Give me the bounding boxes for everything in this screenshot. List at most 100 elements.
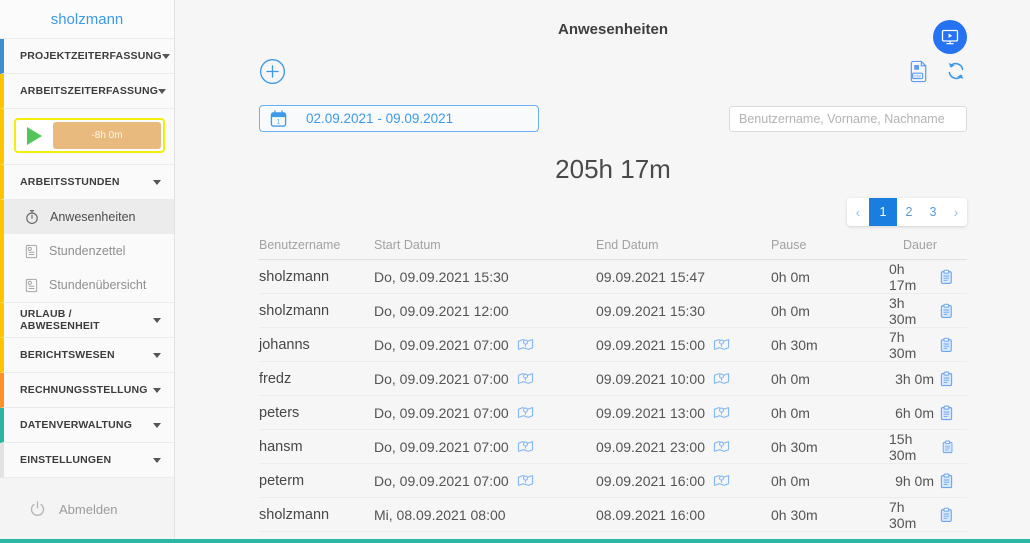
cell-pause: 0h 0m: [771, 371, 889, 387]
calendar-icon: 1: [270, 110, 287, 128]
sidebar-item-stundenzettel[interactable]: Stundenzettel: [4, 234, 174, 268]
page-title: Anwesenheiten: [259, 0, 967, 38]
geo-location-icon[interactable]: [713, 371, 730, 386]
cell-pause: 0h 30m: [771, 507, 889, 523]
geo-location-icon[interactable]: [517, 473, 534, 488]
clipboard-icon[interactable]: [940, 405, 953, 421]
cell-pause: 0h 0m: [771, 405, 889, 421]
timesheet-icon: [24, 278, 39, 293]
cell-pause: 0h 30m: [771, 337, 889, 353]
sidebar-item-berichtswesen[interactable]: BERICHTSWESEN: [0, 338, 174, 373]
sidebar-item-stundenuebersicht[interactable]: Stundenübersicht: [4, 268, 174, 302]
pagination-page-2[interactable]: 2: [897, 198, 921, 226]
pagination-next-button[interactable]: ›: [945, 198, 967, 226]
geo-location-icon[interactable]: [517, 337, 534, 352]
pagination-page-1[interactable]: 1: [869, 198, 897, 226]
chevron-down-icon: [153, 318, 161, 323]
geo-location-icon[interactable]: [517, 439, 534, 454]
clipboard-icon[interactable]: [940, 473, 953, 489]
chevron-down-icon: [153, 458, 161, 463]
clipboard-icon[interactable]: [940, 371, 953, 387]
sidebar-item-label: ARBEITSSTUNDEN: [20, 176, 120, 188]
cell-end-datum: 09.09.2021 16:00: [596, 473, 705, 489]
sidebar-item-datenverwaltung[interactable]: DATENVERWALTUNG: [0, 408, 174, 443]
cell-benutzername: sholzmann: [259, 269, 374, 285]
logout-button[interactable]: Abmelden: [0, 490, 174, 529]
cell-dauer: 15h 30m: [889, 431, 936, 463]
sidebar-item-rechnungsstellung[interactable]: RECHNUNGSSTELLUNG: [0, 373, 174, 408]
cell-start-datum: Do, 09.09.2021 15:30: [374, 269, 509, 285]
video-tutorial-button[interactable]: [933, 20, 967, 54]
svg-text:1: 1: [277, 118, 281, 125]
table-row[interactable]: sholzmann Do, 09.09.2021 15:30 09.09.202…: [259, 260, 967, 294]
cell-pause: 0h 0m: [771, 303, 889, 319]
cell-end-datum: 09.09.2021 15:47: [596, 269, 705, 285]
sidebar: sholzmann PROJEKTZEITERFASSUNG ARBEITSZE…: [0, 0, 175, 539]
cell-start-datum: Do, 09.09.2021 07:00: [374, 371, 509, 387]
sidebar-item-arbeitsstunden[interactable]: ARBEITSSTUNDEN: [0, 165, 174, 200]
svg-text:csv: csv: [914, 73, 921, 78]
power-icon: [28, 500, 47, 519]
clipboard-icon[interactable]: [940, 507, 953, 523]
sidebar-item-label: EINSTELLUNGEN: [20, 454, 111, 466]
geo-location-icon[interactable]: [713, 473, 730, 488]
chevron-down-icon: [158, 89, 166, 94]
sidebar-item-label: BERICHTSWESEN: [20, 349, 115, 361]
chevron-down-icon: [153, 180, 161, 185]
pagination-prev-button[interactable]: ‹: [847, 198, 869, 226]
add-entry-button[interactable]: [259, 58, 286, 85]
cell-end-datum: 08.09.2021 16:00: [596, 507, 705, 523]
clipboard-icon[interactable]: [942, 439, 953, 455]
sidebar-item-einstellungen[interactable]: EINSTELLUNGEN: [0, 443, 174, 478]
refresh-button[interactable]: [945, 60, 967, 82]
cell-end-datum: 09.09.2021 23:00: [596, 439, 705, 455]
column-header-pause: Pause: [771, 238, 889, 252]
sidebar-item-urlaub-abwesenheit[interactable]: URLAUB / ABWESENHEIT: [0, 303, 174, 338]
chevron-down-icon: [153, 388, 161, 393]
csv-file-icon: csv: [908, 60, 930, 83]
table-row[interactable]: fredz Do, 09.09.2021 07:00 09.09.2021 10…: [259, 362, 967, 396]
table-row[interactable]: sholzmann Do, 09.09.2021 12:00 09.09.202…: [259, 294, 967, 328]
date-range-picker[interactable]: 1 02.09.2021 - 09.09.2021: [259, 105, 539, 132]
table-row[interactable]: sholzmann Mi, 08.09.2021 08:00 08.09.202…: [259, 498, 967, 532]
subitem-label: Stundenzettel: [49, 244, 125, 258]
sidebar-item-anwesenheiten[interactable]: Anwesenheiten: [4, 200, 174, 234]
sidebar-item-label: URLAUB / ABWESENHEIT: [20, 308, 153, 332]
clipboard-icon[interactable]: [940, 269, 953, 285]
geo-location-icon[interactable]: [713, 337, 730, 352]
start-timer-button[interactable]: -8h 0m: [14, 118, 165, 153]
plus-circle-icon: [259, 58, 286, 85]
table-row[interactable]: johanns Do, 09.09.2021 07:00 09.09.2021 …: [259, 328, 967, 362]
geo-location-icon[interactable]: [713, 405, 730, 420]
cell-dauer: 6h 0m: [895, 405, 934, 421]
play-icon: [27, 127, 42, 145]
cell-dauer: 7h 30m: [889, 499, 934, 531]
attendance-table-header: Benutzername Start Datum End Datum Pause…: [259, 238, 967, 260]
clipboard-icon[interactable]: [940, 337, 953, 353]
cell-start-datum: Do, 09.09.2021 07:00: [374, 405, 509, 421]
geo-location-icon[interactable]: [517, 371, 534, 386]
column-header-dauer: Dauer: [889, 238, 967, 252]
export-csv-button[interactable]: csv: [908, 60, 930, 83]
geo-location-icon[interactable]: [713, 439, 730, 454]
user-search-input[interactable]: [729, 106, 967, 132]
table-row[interactable]: peters Do, 09.09.2021 07:00 09.09.2021 1…: [259, 396, 967, 430]
table-row[interactable]: hansm Do, 09.09.2021 07:00 09.09.2021 23…: [259, 430, 967, 464]
geo-location-icon[interactable]: [517, 405, 534, 420]
timesheet-icon: [24, 244, 39, 259]
cell-pause: 0h 0m: [771, 269, 889, 285]
pagination-page-3[interactable]: 3: [921, 198, 945, 226]
subitem-label: Stundenübersicht: [49, 278, 146, 292]
cell-start-datum: Do, 09.09.2021 07:00: [374, 439, 509, 455]
sidebar-item-projektzeiterfassung[interactable]: PROJEKTZEITERFASSUNG: [0, 39, 174, 74]
attendance-table: Benutzername Start Datum End Datum Pause…: [259, 238, 967, 532]
cell-dauer: 9h 0m: [895, 473, 934, 489]
chevron-down-icon: [153, 423, 161, 428]
cell-pause: 0h 30m: [771, 439, 889, 455]
sidebar-item-arbeitszeiterfassung[interactable]: ARBEITSZEITERFASSUNG: [0, 74, 174, 109]
cell-benutzername: peterm: [259, 473, 374, 489]
refresh-icon: [945, 60, 967, 82]
table-row[interactable]: peterm Do, 09.09.2021 07:00 09.09.2021 1…: [259, 464, 967, 498]
column-header-benutzername: Benutzername: [259, 238, 374, 252]
clipboard-icon[interactable]: [940, 303, 953, 319]
